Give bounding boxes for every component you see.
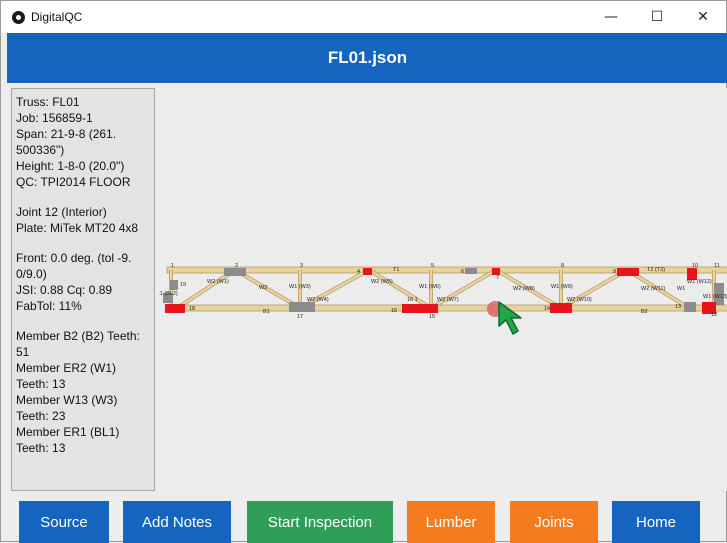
app-logo-icon bbox=[12, 10, 25, 24]
job-number: Job: 156859-1 bbox=[16, 111, 93, 125]
truss-label: T2 (T3) bbox=[647, 267, 665, 273]
truss-label: BL1 (BL2) bbox=[159, 291, 178, 297]
truss-label: W2 bbox=[259, 285, 267, 291]
truss-label: 4 bbox=[357, 269, 360, 275]
truss-label: 19 bbox=[180, 282, 186, 288]
truss-label: 9 bbox=[613, 269, 616, 275]
span-line-2: 500336") bbox=[16, 143, 65, 157]
bottom-button-bar: Source Add Notes Start Inspection Lumber… bbox=[7, 497, 727, 543]
minimize-button[interactable]: — bbox=[588, 1, 634, 33]
truss-label: W1 bbox=[677, 286, 685, 292]
truss-label: 3 bbox=[300, 263, 303, 269]
truss-label: T1 bbox=[393, 267, 399, 273]
truss-label: W1 (W13) bbox=[703, 294, 727, 300]
plate-label: Plate: MiTek MT20 4x8 bbox=[16, 221, 139, 235]
truss-label: 16 1 bbox=[407, 297, 418, 303]
truss-label: 17 bbox=[297, 314, 303, 320]
truss-label: W2 (W8) bbox=[513, 286, 535, 292]
truss-label: 15 bbox=[429, 314, 435, 320]
app-window: DigitalQC — ☐ ✕ FL01.json Truss: FL01 Jo… bbox=[0, 0, 727, 543]
title-bar: DigitalQC — ☐ ✕ bbox=[1, 1, 726, 33]
truss-label: W1 (W3) bbox=[289, 284, 311, 290]
home-button[interactable]: Home bbox=[612, 501, 700, 543]
header-bar: FL01.json bbox=[7, 33, 727, 83]
joint-label: Joint 12 (Interior) bbox=[16, 205, 107, 219]
front-line-2: 0/9.0) bbox=[16, 267, 47, 281]
member-4-line-1: Member ER1 (BL1) bbox=[16, 425, 120, 439]
truss-name: Truss: FL01 bbox=[16, 95, 80, 109]
truss-label: 14 bbox=[544, 306, 550, 312]
truss-label: 13 bbox=[675, 304, 681, 310]
member-1-line-2: 51 bbox=[16, 345, 30, 359]
truss-diagram[interactable]: 1 2 34 T156789 T2 (T3)10 11W2 (W1)W2 W1 (W3)W2… bbox=[159, 88, 727, 491]
member-3-line-1: Member W13 (W3) bbox=[16, 393, 118, 407]
truss-label: 11 bbox=[714, 263, 720, 269]
app-title: DigitalQC bbox=[31, 10, 83, 24]
truss-label: B2 bbox=[641, 309, 648, 315]
member-2-line-1: Member ER2 (W1) bbox=[16, 361, 117, 375]
span-line-1: Span: 21-9-8 (261. bbox=[16, 127, 117, 141]
member-4-line-2: Teeth: 13 bbox=[16, 441, 66, 455]
truss-label: W1 (W12) bbox=[687, 279, 712, 285]
truss-label: B1 bbox=[263, 309, 270, 315]
height-value: Height: 1-8-0 (20.0") bbox=[16, 159, 125, 173]
truss-label: W2 (W7) bbox=[437, 297, 459, 303]
truss-label: 10 bbox=[692, 263, 698, 269]
truss-label: 16 bbox=[391, 308, 397, 314]
truss-label: W2 (W1) bbox=[207, 279, 229, 285]
source-button[interactable]: Source bbox=[19, 501, 109, 543]
truss-canvas[interactable]: 1 2 3 4 T1 5 6 7 8 9 T2 (T3) 10 11 W2 (W1) W2 W1 (W3) W2… bbox=[159, 88, 727, 491]
truss-label: 18 bbox=[189, 306, 195, 312]
page-title: FL01.json bbox=[327, 48, 408, 67]
member-3-line-2: Teeth: 23 bbox=[16, 409, 66, 423]
fabtol-value: FabTol: 11% bbox=[16, 299, 82, 313]
truss-label: 1 bbox=[171, 263, 174, 269]
maximize-button[interactable]: ☐ bbox=[634, 1, 680, 33]
truss-label: W2 (W5) bbox=[371, 279, 393, 285]
truss-label: W2 (W4) bbox=[307, 297, 329, 303]
jsi-value: JSI: 0.88 Cq: 0.89 bbox=[16, 283, 113, 297]
truss-info-panel: Truss: FL01 Job: 156859-1 Span: 21-9-8 (… bbox=[11, 88, 155, 491]
start-inspection-button[interactable]: Start Inspection bbox=[247, 501, 393, 543]
member-1-line-1: Member B2 (B2) Teeth: bbox=[16, 329, 140, 343]
truss-label: W2 (W11) bbox=[641, 286, 666, 292]
truss-label: 12 bbox=[711, 312, 717, 318]
joints-button[interactable]: Joints bbox=[510, 501, 598, 543]
member-2-line-2: Teeth: 13 bbox=[16, 377, 66, 391]
close-button[interactable]: ✕ bbox=[680, 1, 726, 33]
front-line-1: Front: 0.0 deg. (tol -9. bbox=[16, 251, 132, 265]
truss-label: 5 bbox=[431, 263, 434, 269]
pointer-cursor-icon bbox=[498, 301, 522, 335]
truss-label: 7 bbox=[496, 275, 499, 281]
lumber-button[interactable]: Lumber bbox=[407, 501, 495, 543]
add-notes-button[interactable]: Add Notes bbox=[123, 501, 231, 543]
truss-label: W2 (W10) bbox=[567, 297, 592, 303]
truss-label: W1 (W9) bbox=[551, 284, 573, 290]
truss-label: W1 (W6) bbox=[419, 284, 441, 290]
qc-standard: QC: TPI2014 FLOOR bbox=[16, 175, 131, 189]
truss-label: 2 bbox=[235, 263, 238, 269]
truss-label: 8 bbox=[561, 263, 564, 269]
truss-label: 6 bbox=[461, 269, 464, 275]
